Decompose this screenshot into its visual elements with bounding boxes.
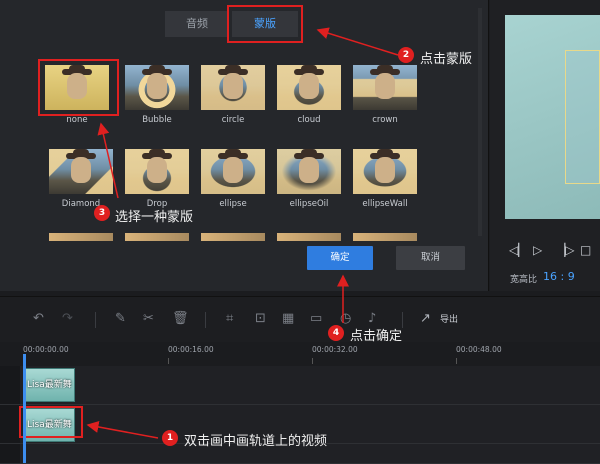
arrow-to-mask-tab xyxy=(316,27,399,56)
step-badge: 1 xyxy=(162,430,178,446)
arrow-to-mask-option xyxy=(97,122,119,199)
step-badge: 2 xyxy=(398,47,414,63)
arrow-to-pip-clip xyxy=(86,421,159,439)
step-note: 双击画中画轨道上的视频 xyxy=(184,434,328,449)
step-note: 点击确定 xyxy=(350,329,403,344)
step-note: 选择一种蒙版 xyxy=(115,210,194,225)
annotation-arrows xyxy=(86,27,399,439)
step-badge: 3 xyxy=(94,205,110,221)
step-note: 点击蒙版 xyxy=(420,52,473,67)
step-badge: 4 xyxy=(328,325,344,341)
